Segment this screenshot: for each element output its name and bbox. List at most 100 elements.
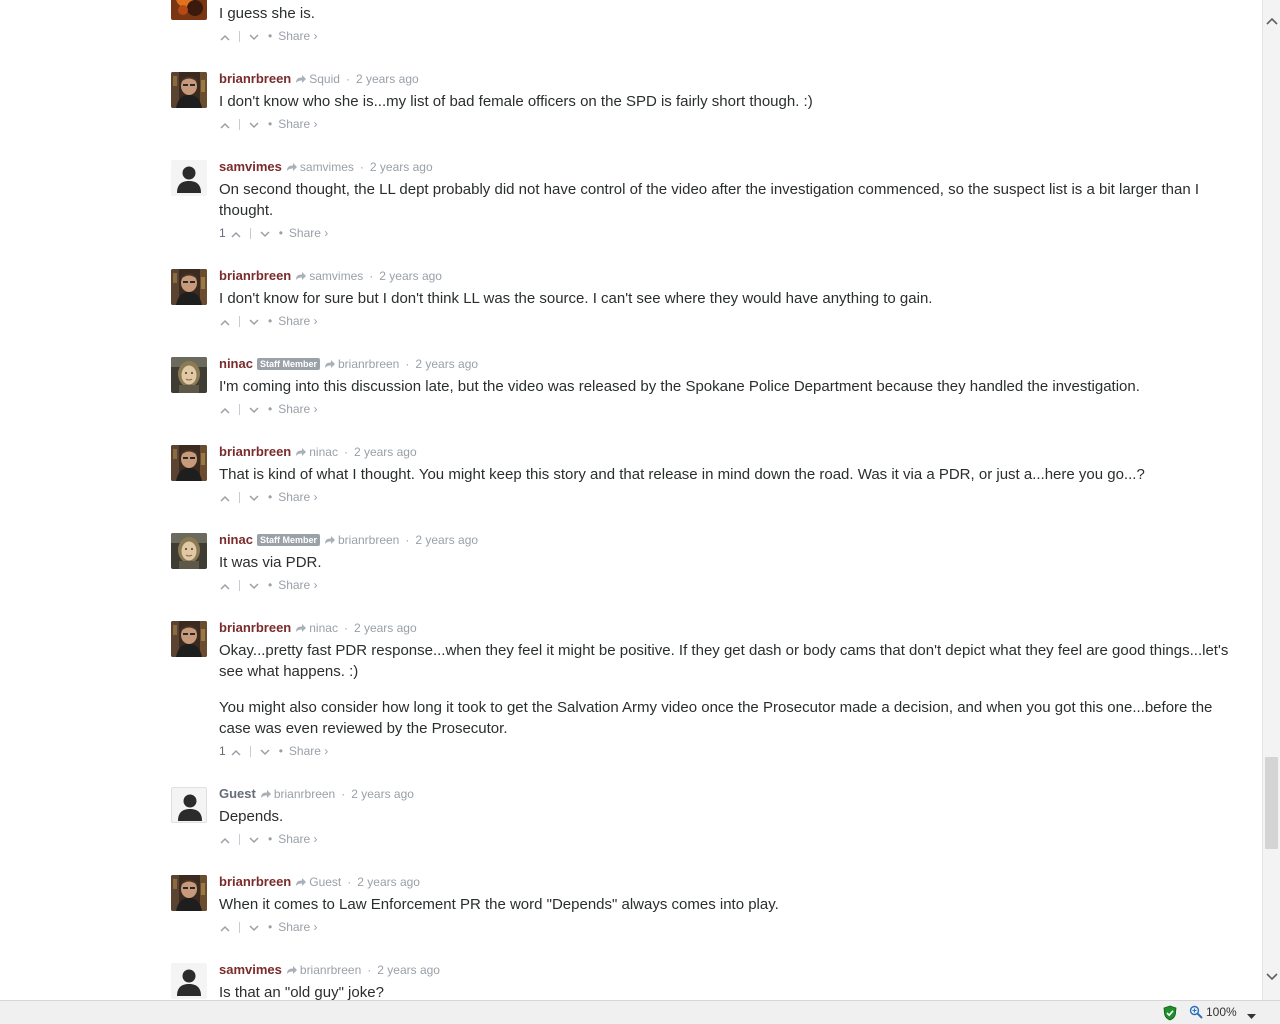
avatar[interactable] xyxy=(171,0,207,20)
comment-paragraph: Okay...pretty fast PDR response...when t… xyxy=(219,642,1229,680)
avatar[interactable] xyxy=(171,963,207,999)
comment-timestamp[interactable]: 2 years ago xyxy=(354,445,417,459)
upvote-icon[interactable] xyxy=(219,115,231,135)
share-button[interactable]: Share › xyxy=(278,490,317,504)
author-name[interactable]: samvimes xyxy=(219,159,282,174)
comment-thread: Squid brianrbreen · 2 years ago I guess she … xyxy=(171,0,1241,1000)
comment-spacer xyxy=(171,507,1241,531)
share-button[interactable]: Share › xyxy=(278,578,317,592)
reply-arrow-icon xyxy=(295,268,307,286)
comment-spacer xyxy=(171,243,1241,267)
avatar[interactable] xyxy=(171,533,207,569)
comment-timestamp[interactable]: 2 years ago xyxy=(379,269,442,283)
comment-item: samvimes brianrbreen · 2 years ago Is that a… xyxy=(171,961,1241,1000)
upvote-icon[interactable] xyxy=(219,488,231,508)
share-button[interactable]: Share › xyxy=(289,226,328,240)
comment-spacer xyxy=(171,595,1241,619)
upvote-icon[interactable] xyxy=(219,312,231,332)
comment-timestamp[interactable]: 2 years ago xyxy=(377,963,440,977)
meta-separator: · xyxy=(359,160,364,174)
author-name[interactable]: brianrbreen xyxy=(219,71,291,86)
in-reply-to-link[interactable]: brianrbreen xyxy=(274,787,335,801)
downvote-icon[interactable] xyxy=(248,400,260,420)
share-button[interactable]: Share › xyxy=(278,29,317,43)
comment-timestamp[interactable]: 2 years ago xyxy=(370,160,433,174)
avatar[interactable] xyxy=(171,875,207,911)
vertical-scrollbar[interactable] xyxy=(1262,0,1280,1000)
reply-arrow-icon xyxy=(324,532,336,550)
in-reply-to-link[interactable]: brianrbreen xyxy=(300,963,361,977)
downvote-icon[interactable] xyxy=(248,918,260,938)
upvote-icon[interactable] xyxy=(219,918,231,938)
comment-timestamp[interactable]: 2 years ago xyxy=(351,787,414,801)
downvote-icon[interactable] xyxy=(248,488,260,508)
upvote-count: 1 xyxy=(219,744,226,758)
scroll-up-arrow-icon[interactable] xyxy=(1263,12,1280,30)
author-name[interactable]: ninac xyxy=(219,356,253,371)
reply-arrow-icon xyxy=(260,786,272,804)
upvote-icon[interactable] xyxy=(219,400,231,420)
upvote-icon[interactable] xyxy=(219,27,231,47)
zoom-dropdown-icon[interactable] xyxy=(1247,1009,1256,1023)
scroll-down-arrow-icon[interactable] xyxy=(1263,968,1280,986)
zoom-level-control[interactable]: 100% xyxy=(1189,1005,1237,1019)
author-name[interactable]: brianrbreen xyxy=(219,620,291,635)
upvote-icon[interactable] xyxy=(219,576,231,596)
share-button[interactable]: Share › xyxy=(278,920,317,934)
avatar[interactable] xyxy=(171,621,207,657)
comment-paragraph: Depends. xyxy=(219,808,284,825)
comment-item: brianrbreen Guest · 2 years ago When it come… xyxy=(171,873,1241,937)
avatar[interactable] xyxy=(171,72,207,108)
vote-divider xyxy=(239,31,240,43)
downvote-icon[interactable] xyxy=(248,27,260,47)
comment-actions: • Share › xyxy=(219,114,1241,134)
downvote-icon[interactable] xyxy=(248,115,260,135)
avatar[interactable] xyxy=(171,269,207,305)
share-button[interactable]: Share › xyxy=(278,832,317,846)
avatar[interactable] xyxy=(171,787,207,823)
in-reply-to-link[interactable]: samvimes xyxy=(309,269,363,283)
upvote-icon[interactable] xyxy=(230,224,242,244)
in-reply-to-link[interactable]: brianrbreen xyxy=(338,357,399,371)
comment-item: brianrbreen ninac · 2 years ago That is kind… xyxy=(171,443,1241,507)
reply-arrow-icon xyxy=(286,962,298,980)
author-name[interactable]: ninac xyxy=(219,532,253,547)
downvote-icon[interactable] xyxy=(248,312,260,332)
scrollbar-thumb[interactable] xyxy=(1265,757,1278,849)
downvote-icon[interactable] xyxy=(259,224,271,244)
in-reply-to-link[interactable]: brianrbreen xyxy=(338,533,399,547)
comment-timestamp[interactable]: 2 years ago xyxy=(356,72,419,86)
in-reply-to-link[interactable]: Guest xyxy=(309,875,341,889)
comment-timestamp[interactable]: 2 years ago xyxy=(357,875,420,889)
action-bullet: • xyxy=(268,490,273,504)
avatar[interactable] xyxy=(171,160,207,196)
comment-timestamp[interactable]: 2 years ago xyxy=(415,533,478,547)
share-button[interactable]: Share › xyxy=(278,402,317,416)
share-button[interactable]: Share › xyxy=(289,744,328,758)
avatar[interactable] xyxy=(171,445,207,481)
comment-timestamp[interactable]: 2 years ago xyxy=(354,621,417,635)
author-name[interactable]: brianrbreen xyxy=(219,874,291,889)
author-name[interactable]: samvimes xyxy=(219,962,282,977)
share-button[interactable]: Share › xyxy=(278,314,317,328)
comment-paragraph: I don't know for sure but I don't think … xyxy=(219,290,933,307)
share-button[interactable]: Share › xyxy=(278,117,317,131)
action-bullet: • xyxy=(268,29,273,43)
comment-actions: • Share › xyxy=(219,917,1241,937)
comment-paragraph: I'm coming into this discussion late, bu… xyxy=(219,378,1140,395)
upvote-icon[interactable] xyxy=(230,742,242,762)
in-reply-to-link[interactable]: ninac xyxy=(309,621,338,635)
author-name[interactable]: brianrbreen xyxy=(219,268,291,283)
author-name[interactable]: brianrbreen xyxy=(219,444,291,459)
in-reply-to-link[interactable]: ninac xyxy=(309,445,338,459)
shield-icon[interactable] xyxy=(1162,1005,1178,1024)
in-reply-to-link[interactable]: samvimes xyxy=(300,160,354,174)
upvote-icon[interactable] xyxy=(219,830,231,850)
avatar[interactable] xyxy=(171,357,207,393)
downvote-icon[interactable] xyxy=(248,830,260,850)
in-reply-to-link[interactable]: Squid xyxy=(309,72,340,86)
downvote-icon[interactable] xyxy=(248,576,260,596)
page-viewport: Squid brianrbreen · 2 years ago I guess she … xyxy=(0,0,1262,1000)
comment-timestamp[interactable]: 2 years ago xyxy=(415,357,478,371)
downvote-icon[interactable] xyxy=(259,742,271,762)
